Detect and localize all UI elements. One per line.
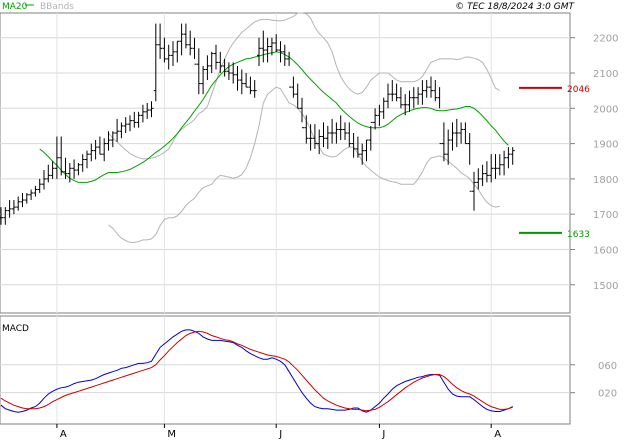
macd-axis-ticks: 020 060 xyxy=(570,361,617,400)
month-label: A xyxy=(494,429,501,440)
legend-ma20-label: MA20 xyxy=(2,2,28,12)
price-axis-ticks: 1500 1600 1700 1800 1900 2000 2100 2200 xyxy=(570,34,618,292)
price-tick-label: 1700 xyxy=(593,210,618,221)
month-label: M xyxy=(167,429,176,440)
price-level-label: 1633 xyxy=(567,230,590,240)
stock-chart: MA20 BBands © TEC 18/8/2024 3:0 GMT 1500… xyxy=(0,2,618,440)
price-tick-label: 2100 xyxy=(593,69,618,80)
price-tick-label: 1500 xyxy=(593,281,618,292)
macd-title: MACD xyxy=(2,324,29,334)
macd-tick-label: 060 xyxy=(598,361,617,372)
price-tick-label: 1900 xyxy=(593,140,618,151)
month-label: A xyxy=(60,429,67,440)
macd-panel: MACD 020 060 xyxy=(0,315,617,425)
price-tick-label: 1800 xyxy=(593,175,618,186)
month-label: J xyxy=(381,429,385,440)
legend: MA20 BBands xyxy=(2,2,74,12)
price-level-label: 2046 xyxy=(567,85,590,95)
price-tick-label: 1600 xyxy=(593,245,618,256)
price-panel: 1500 1600 1700 1800 1900 2000 2100 2200 2046 163… xyxy=(0,12,618,314)
price-tick-label: 2200 xyxy=(593,34,618,45)
month-axis: AMJJA xyxy=(0,423,570,440)
month-label: J xyxy=(278,429,282,440)
macd-tick-label: 020 xyxy=(598,389,617,400)
legend-bbands-label: BBands xyxy=(40,2,74,12)
copyright-text: © TEC 18/8/2024 3:0 GMT xyxy=(455,2,575,12)
price-tick-label: 2000 xyxy=(593,104,618,115)
